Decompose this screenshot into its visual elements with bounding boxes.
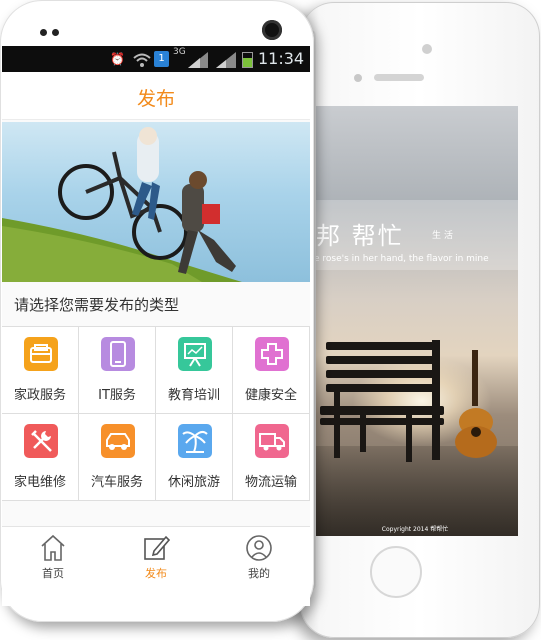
tab-profile[interactable]: 我的 (208, 527, 310, 585)
category-appliance-repair[interactable]: 家电维修 (2, 414, 79, 501)
category-it-service[interactable]: IT服务 (79, 327, 156, 414)
app-header: 发布 (2, 72, 310, 120)
housekeeping-icon (24, 337, 58, 371)
splash-tagline: e rose's in her hand, the flavor in mine (314, 254, 489, 264)
background-phone: 邦 帮忙 生活 e rose's in her hand, the flavor… (300, 2, 540, 638)
truck-icon (255, 424, 289, 458)
tab-label: 我的 (248, 567, 270, 580)
edit-icon (144, 535, 170, 560)
status-bar: ⏰ 1 3G 11:34 (2, 46, 310, 72)
category-label: 教育培训 (167, 388, 220, 403)
page-title: 发布 (136, 88, 175, 110)
status-time: 11:34 (258, 49, 305, 68)
foreground-phone: ⏰ 1 3G 11:34 发布 请选择您需要发布的类型 家政服务 IT服务 教育… (0, 0, 314, 622)
presentation-icon (178, 337, 212, 371)
tab-publish[interactable]: 发布 (105, 527, 207, 585)
phone-icon (101, 337, 135, 371)
battery-icon (242, 52, 253, 68)
medical-cross-icon (255, 337, 289, 371)
notification-badge: 1 (154, 51, 169, 67)
repair-icon (24, 424, 58, 458)
type-prompt: 请选择您需要发布的类型 (14, 296, 180, 314)
category-label: 休闲旅游 (167, 475, 220, 490)
bench-image (320, 340, 444, 462)
splash-brand-suffix: 生活 (432, 231, 457, 241)
network-type: 3G (173, 47, 186, 57)
bottom-tab-bar: 首页 发布 我的 (2, 526, 310, 606)
splash-screen: 邦 帮忙 生活 e rose's in her hand, the flavor… (312, 106, 518, 536)
category-label: IT服务 (98, 388, 136, 403)
sensor-dot (354, 74, 362, 82)
tab-label: 首页 (42, 567, 64, 580)
category-label: 家电维修 (13, 475, 66, 490)
tab-home[interactable]: 首页 (2, 527, 104, 585)
home-icon (41, 534, 65, 561)
wifi-icon (133, 53, 151, 67)
category-education[interactable]: 教育培训 (156, 327, 233, 414)
sensor-dots (40, 29, 62, 37)
category-label: 汽车服务 (90, 475, 143, 490)
app-screen: ⏰ 1 3G 11:34 发布 请选择您需要发布的类型 家政服务 IT服务 教育… (2, 46, 310, 606)
category-label: 健康安全 (244, 388, 297, 403)
category-health[interactable]: 健康安全 (233, 327, 310, 414)
home-button[interactable] (370, 546, 422, 598)
category-grid: 家政服务 IT服务 教育培训 健康安全 家电维修 汽车服务 休闲旅游 物流运输 (2, 326, 310, 501)
category-car-service[interactable]: 汽车服务 (79, 414, 156, 501)
splash-copyright: Copyright 2014 帮帮忙 (381, 526, 449, 533)
category-label: 物流运输 (244, 475, 297, 490)
car-icon (101, 424, 135, 458)
guitar-image (455, 350, 497, 458)
banner-image (2, 122, 310, 282)
category-housekeeping[interactable]: 家政服务 (2, 327, 79, 414)
signal-icon (216, 52, 236, 68)
category-logistics[interactable]: 物流运输 (233, 414, 310, 501)
palm-tree-icon (178, 424, 212, 458)
camera-icon (262, 20, 282, 40)
camera-icon (422, 44, 432, 54)
tab-label: 发布 (145, 567, 167, 580)
signal-icon (188, 52, 208, 68)
splash-brand: 邦 帮忙 (316, 222, 404, 250)
category-label: 家政服务 (13, 388, 66, 403)
user-icon (246, 535, 272, 561)
category-leisure-travel[interactable]: 休闲旅游 (156, 414, 233, 501)
alarm-icon: ⏰ (110, 52, 125, 66)
speaker-grille (374, 74, 424, 81)
